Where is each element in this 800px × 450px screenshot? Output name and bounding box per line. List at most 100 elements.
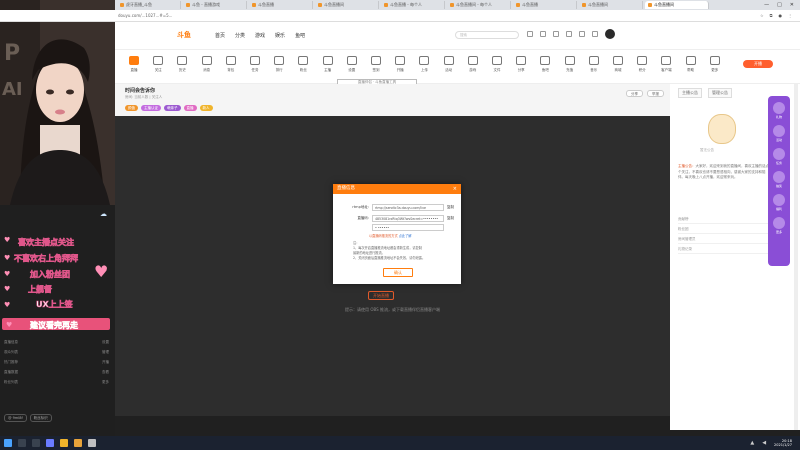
side-row[interactable]: 直播信息 设置 (4, 340, 109, 350)
toolbar-tool[interactable]: 帮助 (678, 56, 704, 73)
browser-tab[interactable]: 斗鱼直播 (513, 1, 577, 9)
start-live-button[interactable]: 开播 (743, 60, 773, 68)
browser-tab[interactable]: 虎牙直播_斗鱼 (117, 1, 181, 9)
help-link[interactable]: 以直播码推流的方式 点此了解 (369, 233, 411, 238)
toolbar-tool[interactable]: 游戏 (460, 56, 486, 73)
download-icon[interactable] (566, 31, 572, 37)
toolbar-tool[interactable]: 排行 (266, 56, 292, 73)
learn-more-link[interactable]: 点此了解 (399, 234, 412, 238)
app-icon[interactable] (88, 439, 96, 447)
toolbar-tool[interactable]: 音乐 (581, 56, 607, 73)
share-button[interactable]: 分享 (626, 90, 643, 97)
browser-tab[interactable]: 斗鱼直播 - 每个人 (381, 1, 445, 9)
history-icon[interactable] (527, 31, 533, 37)
toolbar-tool[interactable]: 上传 (411, 56, 437, 73)
toolbar-tool[interactable]: 历史 (169, 56, 195, 73)
rtmp-field[interactable]: rtmp://sendtc3a.douyu.com/live (372, 204, 444, 211)
start-icon[interactable] (4, 439, 12, 447)
extension-icon[interactable]: ⧉ (770, 13, 773, 18)
extra-field[interactable]: • •••••• (372, 224, 444, 231)
welfare-icon[interactable] (773, 194, 785, 206)
profile-icon[interactable]: ● (779, 13, 783, 18)
toolbar-tool[interactable]: 关注 (145, 56, 171, 73)
gift-icon[interactable] (773, 102, 785, 114)
browser-tab[interactable]: 斗鱼直播间 - 每个人 (447, 1, 511, 9)
message-icon[interactable] (553, 31, 559, 37)
fan-badge-chip[interactable]: 粉丝标识 (29, 414, 52, 422)
browser-tab-active[interactable]: 斗鱼直播间 (645, 1, 709, 9)
toolbar-tool[interactable]: 积分 (629, 56, 655, 73)
room-tag[interactable]: 新人 (199, 105, 213, 111)
browser-tab[interactable]: 斗鱼直播 (249, 1, 313, 9)
list-item[interactable]: 房间管理员 (678, 234, 770, 244)
stream-key-field[interactable]: 4853081rxRtq3Wt?wsSecret=•••••••• (372, 215, 444, 222)
toolbar-tool[interactable]: 商城 (605, 56, 631, 73)
nav-item[interactable]: 娱乐 (275, 32, 285, 39)
room-tag[interactable]: 颜值 (125, 105, 138, 111)
side-row[interactable]: 粉丝列表 更多 (4, 380, 109, 390)
toolbar-tool[interactable]: 分享 (508, 56, 534, 73)
side-row[interactable]: 直播数据 查看 (4, 370, 109, 380)
list-item[interactable]: 粉丝团 (678, 224, 770, 234)
room-tag[interactable]: 直播 (183, 105, 197, 111)
tab-admin-notice[interactable]: 管理公告 (708, 88, 732, 98)
upload-icon[interactable] (579, 31, 585, 37)
toolbar-tool[interactable]: 设置 (339, 56, 365, 73)
task-icon[interactable] (773, 148, 785, 160)
toolbar-tool[interactable]: 直播 (121, 56, 147, 73)
copy-rtmp-button[interactable]: 复制 (447, 205, 454, 210)
start-stream-button[interactable]: 开始直播 (368, 291, 394, 300)
toolbar-tool[interactable]: 主播 (315, 56, 341, 73)
nav-item[interactable]: 鱼吧 (295, 32, 305, 39)
search-icon[interactable] (18, 439, 26, 447)
taskview-icon[interactable] (32, 439, 40, 447)
minimize-button[interactable]: — (764, 2, 769, 8)
close-icon[interactable]: × (453, 184, 457, 194)
nav-item[interactable]: 首页 (215, 32, 225, 39)
toolbar-tool[interactable]: 签到 (363, 56, 389, 73)
clock[interactable]: 20:18 2021/1/27 (774, 439, 792, 448)
more-icon[interactable] (773, 217, 785, 229)
confirm-button[interactable]: 确认 (383, 268, 413, 277)
nav-item[interactable]: 分类 (235, 32, 245, 39)
scrollbar[interactable] (794, 84, 798, 430)
browser-tab[interactable]: 斗鱼 - 直播游戏 (183, 1, 247, 9)
room-tag[interactable]: 萌妹子 (164, 105, 181, 111)
account-chip[interactable]: @ 9ml8f (4, 414, 27, 422)
browser-tab[interactable]: 斗鱼直播间 (315, 1, 379, 9)
toolbar-tool[interactable]: 文件 (484, 56, 510, 73)
search-input[interactable]: 搜索 (455, 31, 519, 39)
folder-icon[interactable] (74, 439, 82, 447)
nav-item[interactable]: 游戏 (255, 32, 265, 39)
toolbar-tool[interactable]: 更多 (702, 56, 728, 73)
maximize-button[interactable]: □ (777, 2, 782, 8)
url-field[interactable]: douyu.com/...1027...#=5... (118, 13, 760, 18)
browser-tab[interactable]: 斗鱼直播间 (579, 1, 643, 9)
browser-icon[interactable] (60, 439, 68, 447)
report-button[interactable]: 举报 (647, 90, 664, 97)
volume-icon[interactable]: ◀ (762, 440, 766, 446)
lottery-icon[interactable] (773, 171, 785, 183)
toolbar-tool[interactable]: 充值 (557, 56, 583, 73)
toolbar-tool[interactable]: 粉丝 (290, 56, 316, 73)
tab-anchor-notice[interactable]: 主播公告 (678, 88, 702, 98)
site-logo[interactable]: 斗鱼 (177, 30, 191, 40)
room-tag[interactable]: 主播认证 (141, 105, 161, 111)
star-icon[interactable]: ☆ (760, 13, 764, 18)
side-row[interactable]: 热门推荐 开播 (4, 360, 109, 370)
list-item[interactable]: 礼物记录 (678, 244, 770, 254)
follow-icon[interactable] (540, 31, 546, 37)
toolbar-tool[interactable]: 任务 (242, 56, 268, 73)
user-avatar[interactable] (605, 29, 615, 39)
toolbar-tool[interactable]: 开播 (387, 56, 413, 73)
toolbar-tool[interactable]: 背包 (218, 56, 244, 73)
toolbar-tool[interactable]: 消息 (194, 56, 220, 73)
menu-icon[interactable]: ⋮ (788, 13, 792, 18)
activity-icon[interactable] (773, 125, 785, 137)
toolbar-tool[interactable]: 活动 (436, 56, 462, 73)
toolbar-tool[interactable]: 客户端 (653, 56, 679, 73)
live-icon[interactable] (592, 31, 598, 37)
network-icon[interactable]: ▲ (750, 440, 754, 446)
side-row[interactable]: 观众列表 管理 (4, 350, 109, 360)
copy-key-button[interactable]: 复制 (447, 216, 454, 221)
